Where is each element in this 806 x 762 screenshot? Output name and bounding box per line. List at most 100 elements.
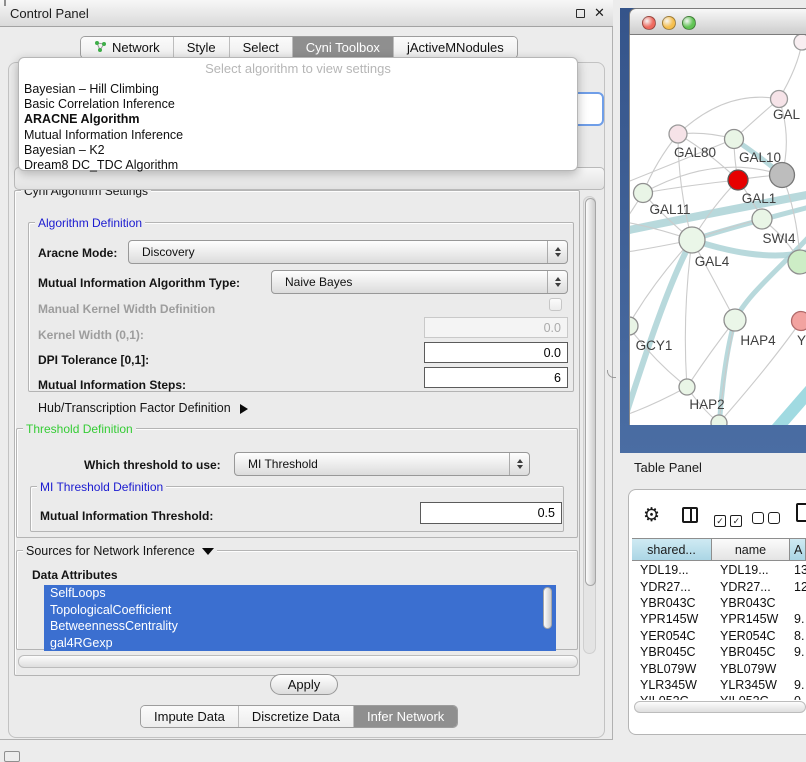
tab-cyni-toolbox[interactable]: Cyni Toolbox: [293, 37, 394, 58]
network-node-green-right[interactable]: [788, 250, 806, 274]
table-cell: 13: [790, 563, 806, 577]
table-row[interactable]: YDR27...YDR27...12: [632, 578, 806, 594]
algorithm-option-basic-correlation-inference[interactable]: Basic Correlation Inference: [19, 97, 577, 112]
data-attributes-label: Data Attributes: [32, 568, 118, 582]
network-node-swi4[interactable]: [752, 209, 772, 229]
mac-minimize-icon[interactable]: [662, 16, 676, 30]
network-node-hap2[interactable]: [679, 379, 695, 395]
table-row[interactable]: YER054CYER054C8.: [632, 628, 806, 644]
kernel-width-field[interactable]: 0.0: [424, 317, 568, 338]
table-cell: YDL19...: [632, 563, 712, 577]
float-window-icon[interactable]: [576, 9, 585, 18]
network-node-gal10[interactable]: [725, 130, 744, 149]
mi-threshold-field[interactable]: 0.5: [420, 502, 562, 524]
stepper-icon[interactable]: [547, 271, 567, 293]
network-node-gcy1[interactable]: [630, 317, 638, 335]
data-attributes-list: SelfLoopsTopologicalCoefficientBetweenne…: [44, 585, 556, 651]
attribute-item-gal4rgexp[interactable]: gal4RGexp: [44, 635, 556, 652]
network-node-label: HAP4: [740, 333, 776, 348]
tab-network[interactable]: Network: [81, 37, 174, 58]
document-icon[interactable]: [796, 503, 806, 522]
network-node-label: GAL11: [649, 202, 690, 217]
algorithm-definition-title: Algorithm Definition: [35, 216, 145, 230]
network-canvas[interactable]: GALGAL80GAL10GAL1GAL11SWI4GAL4GCY1HAP4YH…: [629, 35, 806, 425]
algorithm-option-aracne-algorithm[interactable]: ARACNE Algorithm: [19, 112, 577, 127]
tab-infer-network[interactable]: Infer Network: [354, 706, 457, 727]
hub-section-toggle[interactable]: Hub/Transcription Factor Definition: [38, 401, 248, 415]
table-horizontal-scrollbar[interactable]: [633, 700, 806, 713]
scrollbar-thumb[interactable]: [585, 198, 596, 586]
mi-steps-field[interactable]: 6: [424, 367, 568, 388]
table-row[interactable]: YBL079WYBL079W: [632, 660, 806, 676]
threshold-definition-title: Threshold Definition: [23, 422, 136, 436]
network-node-label: Y: [797, 333, 806, 348]
network-node-gal1[interactable]: [728, 170, 748, 190]
network-node-bottom-node[interactable]: [711, 415, 727, 425]
column-header-shared[interactable]: shared...: [632, 539, 712, 560]
network-node-gray-node[interactable]: [770, 163, 795, 188]
scrollbar-thumb[interactable]: [634, 701, 806, 713]
table-row[interactable]: YPR145WYPR145W9.: [632, 611, 806, 627]
column-header-name[interactable]: name: [712, 539, 790, 560]
scrollbar-thumb[interactable]: [18, 655, 578, 668]
tab-label: Impute Data: [154, 709, 225, 724]
tab-discretize-data[interactable]: Discretize Data: [239, 706, 354, 727]
table-settings-gear-icon[interactable]: ⚙: [643, 506, 660, 525]
mi-type-select[interactable]: Naive Bayes: [271, 270, 568, 294]
table-row[interactable]: YDL19...YDL19...13: [632, 562, 806, 578]
clipped-bottom-icon[interactable]: [4, 751, 20, 762]
deselect-all-columns-icon[interactable]: [752, 511, 780, 529]
table-row[interactable]: YLR345WYLR345W9.: [632, 677, 806, 693]
table-row[interactable]: YIL052CYIL052C0.: [632, 693, 806, 700]
table-row[interactable]: YBR043CYBR043C: [632, 595, 806, 611]
network-node-label: GCY1: [636, 338, 673, 353]
table-cell: 12: [790, 580, 806, 594]
attribute-item-betweennesscentrality[interactable]: BetweennessCentrality: [44, 618, 556, 635]
network-node-label: GAL80: [674, 145, 716, 160]
split-view-icon[interactable]: [682, 507, 698, 523]
sources-title[interactable]: Sources for Network Inference: [23, 544, 217, 558]
algorithm-option-bayesian-hill-climbing[interactable]: Bayesian – Hill Climbing: [19, 82, 577, 97]
close-window-icon[interactable]: ✕: [594, 5, 605, 21]
apply-button[interactable]: Apply: [270, 674, 338, 695]
network-node-gal-top[interactable]: [771, 91, 788, 108]
select-all-columns-icon[interactable]: ✓ ✓: [714, 511, 742, 529]
settings-horizontal-scrollbar[interactable]: [18, 655, 578, 667]
column-header-a[interactable]: A: [790, 539, 806, 560]
attribute-list-scrollbar[interactable]: [543, 587, 552, 629]
network-edge: [779, 42, 802, 99]
algorithm-option-mutual-information-inference[interactable]: Mutual Information Inference: [19, 128, 577, 143]
algorithm-option-bayesian-k2[interactable]: Bayesian – K2: [19, 143, 577, 158]
which-threshold-select[interactable]: MI Threshold: [234, 452, 530, 476]
tab-impute-data[interactable]: Impute Data: [141, 706, 239, 727]
mac-close-icon[interactable]: [642, 16, 656, 30]
table-cell: YDR27...: [712, 580, 790, 594]
stepper-icon[interactable]: [509, 453, 529, 475]
aracne-mode-value: Discovery: [142, 245, 195, 259]
network-node-y-node[interactable]: [792, 312, 806, 331]
settings-vertical-scrollbar[interactable]: [583, 196, 596, 654]
algorithm-option-dream8-dc-tdc-algorithm[interactable]: Dream8 DC_TDC Algorithm: [19, 158, 577, 173]
hub-section-label: Hub/Transcription Factor Definition: [38, 401, 231, 415]
aracne-mode-select[interactable]: Discovery: [128, 240, 568, 264]
algorithm-dropdown-prompt: Select algorithm to view settings: [19, 61, 577, 76]
table-cell: 9.: [790, 612, 806, 626]
attribute-item-selfloops[interactable]: SelfLoops: [44, 585, 556, 602]
dpi-tolerance-field[interactable]: 0.0: [424, 342, 568, 363]
network-node-hap4[interactable]: [724, 309, 746, 331]
network-node-label: SWI4: [762, 231, 795, 246]
stepper-icon[interactable]: [547, 241, 567, 263]
network-node-top-edge-node[interactable]: [794, 35, 806, 50]
network-window-titlebar[interactable]: [629, 8, 806, 35]
network-node-gal4[interactable]: [679, 227, 705, 253]
tab-select[interactable]: Select: [230, 37, 293, 58]
tab-style[interactable]: Style: [174, 37, 230, 58]
manual-kernel-checkbox[interactable]: [549, 298, 562, 311]
mac-zoom-icon[interactable]: [682, 16, 696, 30]
table-row[interactable]: YBR045CYBR045C9.: [632, 644, 806, 660]
network-node-gal11[interactable]: [634, 184, 653, 203]
tab-jactivemnodules[interactable]: jActiveMNodules: [394, 37, 517, 58]
aracne-mode-label: Aracne Mode:: [38, 246, 117, 260]
attribute-item-topologicalcoefficient[interactable]: TopologicalCoefficient: [44, 602, 556, 619]
network-node-gal80[interactable]: [669, 125, 687, 143]
